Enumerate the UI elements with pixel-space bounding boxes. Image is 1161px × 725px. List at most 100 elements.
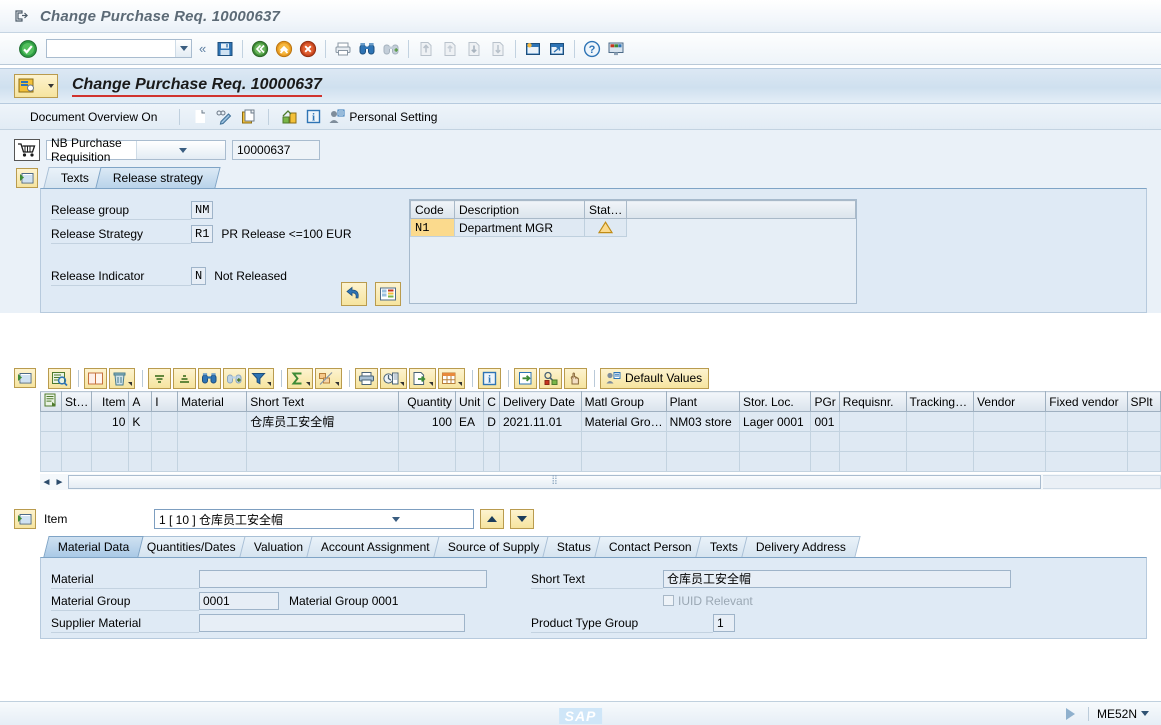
back-button[interactable] (249, 38, 271, 60)
column-header-material[interactable]: Material (178, 392, 247, 412)
release-indicator-value[interactable]: N (191, 267, 206, 285)
cell-delivery_date[interactable] (499, 452, 581, 472)
cell-vendor[interactable] (974, 412, 1046, 432)
material-input[interactable] (199, 570, 487, 588)
assign-source-button[interactable] (539, 368, 562, 389)
release-prerequisite-button[interactable] (375, 282, 401, 306)
short-text-input[interactable]: 仓库员工安全帽 (663, 570, 1011, 588)
product-type-group-input[interactable]: 1 (713, 614, 735, 632)
cell-unit[interactable] (455, 452, 483, 472)
cell-status[interactable] (62, 412, 92, 432)
first-page-button[interactable] (415, 38, 437, 60)
cell-status[interactable] (62, 432, 92, 452)
cell-stor_loc[interactable]: Lager 0001 (739, 412, 810, 432)
delete-button[interactable] (109, 368, 135, 389)
col-stat[interactable]: Stat… (585, 201, 627, 219)
cell-stor_loc[interactable] (739, 432, 810, 452)
cell-item[interactable] (92, 432, 129, 452)
find-button[interactable] (198, 368, 221, 389)
cell-description[interactable]: Department MGR (455, 219, 585, 237)
column-header-short_text[interactable]: Short Text (247, 392, 398, 412)
shortcut-button[interactable] (546, 38, 568, 60)
cell-matl_group[interactable] (581, 432, 666, 452)
column-header-i[interactable]: I (152, 392, 178, 412)
cell-code[interactable]: N1 (411, 219, 455, 237)
save-button[interactable] (214, 38, 236, 60)
column-header-quantity[interactable]: Quantity (398, 392, 455, 412)
chevron-down-icon[interactable] (136, 141, 226, 159)
scroll-left-arrow[interactable]: ◄ (40, 475, 53, 489)
exit-icon[interactable] (14, 8, 30, 24)
release-undo-button[interactable] (341, 282, 367, 306)
cell-pgr[interactable]: 001 (811, 412, 839, 432)
item-select[interactable]: 1 [ 10 ] 仓库员工安全帽 (154, 509, 474, 529)
row-select-cell[interactable] (41, 452, 62, 472)
cell-i[interactable] (152, 412, 178, 432)
cell-plant[interactable] (666, 452, 739, 472)
find-next-button[interactable] (380, 38, 402, 60)
exit-button[interactable] (273, 38, 295, 60)
column-header-status[interactable]: St… (62, 392, 92, 412)
column-header-matl_group[interactable]: Matl Group (581, 392, 666, 412)
next-item-button[interactable] (510, 509, 534, 529)
subtotal-button[interactable] (315, 368, 342, 389)
cell-i[interactable] (152, 452, 178, 472)
cell-pgr[interactable] (811, 432, 839, 452)
cell-a[interactable] (129, 452, 152, 472)
shopping-cart-icon[interactable] (14, 139, 40, 161)
cell-fixed_vendor[interactable] (1046, 412, 1127, 432)
help-button[interactable]: ? (581, 38, 603, 60)
cell-plant[interactable]: NM03 store (666, 412, 739, 432)
customize-layout-button[interactable] (605, 38, 627, 60)
cell-stor_loc[interactable] (739, 452, 810, 472)
column-header-fixed_vendor[interactable]: Fixed vendor (1046, 392, 1127, 412)
cell-requisnr[interactable] (839, 432, 906, 452)
cell-vendor[interactable] (974, 432, 1046, 452)
cell-short_text[interactable]: 仓库员工安全帽 (247, 412, 398, 432)
column-header-vendor[interactable]: Vendor (974, 392, 1046, 412)
column-header-plant[interactable]: Plant (666, 392, 739, 412)
cell-fixed_vendor[interactable] (1046, 432, 1127, 452)
print-preview-icon[interactable] (278, 106, 300, 128)
cell-delivery_date[interactable] (499, 432, 581, 452)
total-button[interactable] (287, 368, 313, 389)
cell-quantity[interactable]: 100 (398, 412, 455, 432)
hscroll-thumb[interactable] (68, 475, 1041, 489)
cell-material[interactable] (178, 412, 247, 432)
column-header-splt[interactable]: SPlt (1127, 392, 1160, 412)
cell-fixed_vendor[interactable] (1046, 452, 1127, 472)
last-page-button[interactable] (487, 38, 509, 60)
tab-source-of-supply[interactable]: Source of Supply (433, 536, 554, 557)
column-header-c[interactable]: C (484, 392, 500, 412)
iuid-relevant-checkbox[interactable] (663, 594, 678, 608)
cell-quantity[interactable] (398, 452, 455, 472)
copy-clipboard-icon[interactable] (237, 106, 259, 128)
item-overview-detail-icon[interactable] (14, 368, 36, 388)
cell-quantity[interactable] (398, 432, 455, 452)
tab-contact-person[interactable]: Contact Person (595, 536, 707, 557)
cell-c[interactable] (484, 432, 500, 452)
green-check-enter-icon[interactable] (18, 39, 38, 59)
cell-matl_group[interactable]: Material Gro… (581, 412, 666, 432)
filter-button[interactable] (248, 368, 274, 389)
previous-item-button[interactable] (480, 509, 504, 529)
sort-ascending-button[interactable] (148, 368, 171, 389)
column-header-requisnr[interactable]: Requisnr. (839, 392, 906, 412)
cell-material[interactable] (178, 432, 247, 452)
cell-delivery_date[interactable]: 2021.11.01 (499, 412, 581, 432)
column-header-pgr[interactable]: PGr (811, 392, 839, 412)
chevron-down-icon[interactable] (314, 510, 473, 528)
cell-c[interactable]: D (484, 412, 500, 432)
cell-requisnr[interactable] (839, 452, 906, 472)
release-strategy-value[interactable]: R1 (191, 225, 213, 243)
release-code-row[interactable]: N1 Department MGR (411, 219, 856, 237)
cell-c[interactable] (484, 452, 500, 472)
release-group-value[interactable]: NM (191, 201, 213, 219)
column-header-a[interactable]: A (129, 392, 152, 412)
cell-a[interactable]: K (129, 412, 152, 432)
layout-button[interactable] (438, 368, 465, 389)
scroll-right-arrow[interactable]: ► (53, 475, 66, 489)
info-button[interactable]: i (478, 368, 501, 389)
find-next-button[interactable] (223, 368, 246, 389)
col-description[interactable]: Description (455, 201, 585, 219)
